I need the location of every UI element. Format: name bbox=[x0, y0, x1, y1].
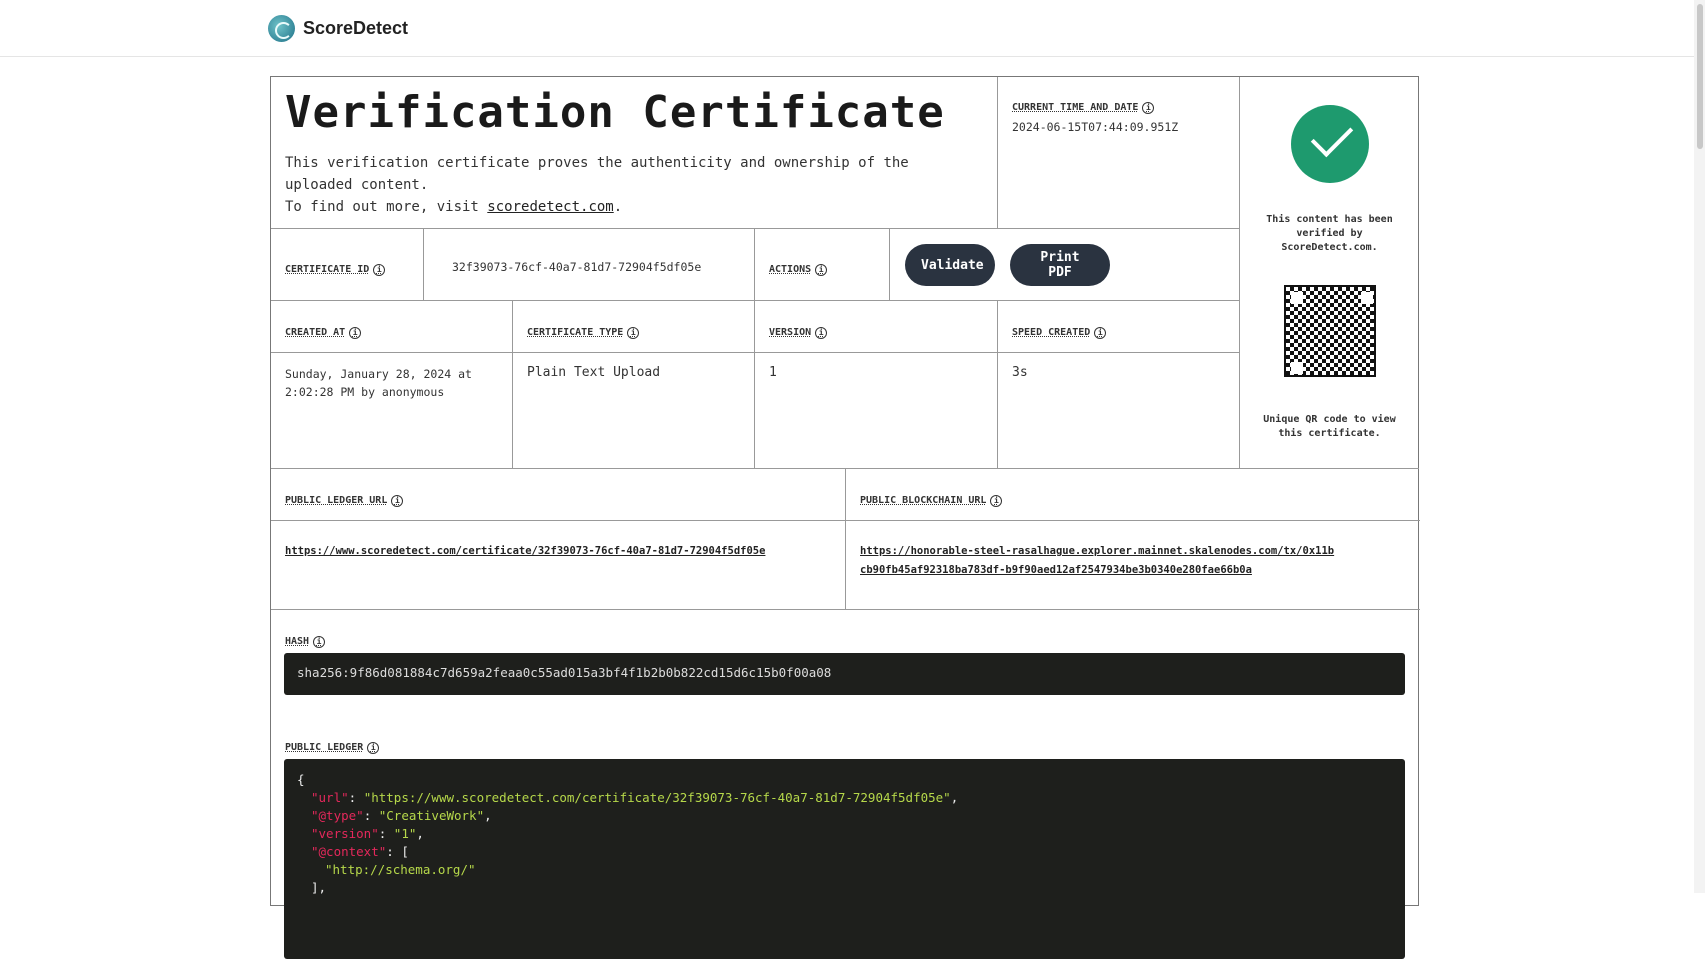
created-at-cell: Sunday, January 28, 2024 at 2:02:28 PM b… bbox=[271, 353, 513, 469]
json-line: "version": "1", bbox=[311, 826, 424, 841]
hash-label: HASH i bbox=[285, 635, 326, 648]
certificate-type-value: Plain Text Upload bbox=[527, 365, 661, 380]
public-ledger-url-link[interactable]: https://www.scoredetect.com/certificate/… bbox=[285, 545, 765, 557]
version-value: 1 bbox=[769, 365, 777, 380]
qr-code[interactable] bbox=[1283, 285, 1376, 377]
description-prefix: To find out more, visit bbox=[285, 199, 488, 215]
scrollbar-thumb[interactable] bbox=[1697, 4, 1703, 149]
speed-label-cell: SPEED CREATED i bbox=[998, 301, 1240, 353]
blockchain-url-label-cell: PUBLIC BLOCKCHAIN URL i bbox=[846, 469, 1420, 521]
description-suffix: . bbox=[613, 199, 623, 215]
current-time-value: 2024-06-15T07:44:09.951Z bbox=[1012, 120, 1179, 134]
public-ledger-label-wrap: PUBLIC LEDGER i bbox=[285, 735, 380, 754]
certificate-id-label-cell: CERTIFICATE ID i bbox=[271, 229, 424, 301]
version-label: VERSION i bbox=[769, 326, 828, 339]
speed-cell: 3s bbox=[998, 353, 1240, 469]
json-line: "url": "https://www.scoredetect.com/cert… bbox=[311, 790, 959, 805]
public-blockchain-url-label: PUBLIC BLOCKCHAIN URL i bbox=[860, 494, 1003, 507]
description-text: This verification certificate proves the… bbox=[285, 155, 909, 193]
certificate-type-label: CERTIFICATE TYPE i bbox=[527, 326, 640, 339]
hash-label-wrap: HASH i bbox=[285, 629, 326, 648]
json-line: "http://schema.org/" bbox=[325, 862, 476, 877]
info-icon[interactable]: i bbox=[373, 263, 386, 276]
type-label-cell: CERTIFICATE TYPE i bbox=[513, 301, 755, 353]
created-at-label-cell: CREATED AT i bbox=[271, 301, 513, 353]
top-bar: ScoreDetect bbox=[0, 0, 1705, 57]
info-icon[interactable]: i bbox=[990, 494, 1003, 507]
verified-check-icon bbox=[1290, 105, 1369, 183]
info-icon[interactable]: i bbox=[815, 326, 828, 339]
ledger-url-label-cell: PUBLIC LEDGER URL i bbox=[271, 469, 846, 521]
qr-text: Unique QR code to view this certificate. bbox=[1263, 414, 1396, 439]
verification-side: This content has been verified by ScoreD… bbox=[1240, 77, 1419, 469]
public-blockchain-url-link[interactable]: https://honorable-steel-rasalhague.explo… bbox=[860, 545, 1334, 576]
json-line: "@context": [ bbox=[311, 844, 409, 859]
ledger-url-cell: https://www.scoredetect.com/certificate/… bbox=[271, 521, 846, 610]
hash-value: sha256:9f86d081884c7d659a2feaa0c55ad015a… bbox=[297, 665, 832, 680]
logo[interactable]: ScoreDetect bbox=[268, 15, 408, 42]
actions-label-cell: ACTIONS i bbox=[755, 229, 890, 301]
certificate-id-label: CERTIFICATE ID i bbox=[285, 263, 386, 276]
public-ledger-json: { "url": "https://www.scoredetect.com/ce… bbox=[284, 759, 1405, 959]
info-icon[interactable]: i bbox=[627, 326, 640, 339]
created-at-label: CREATED AT i bbox=[285, 326, 362, 339]
scoredetect-link[interactable]: scoredetect.com bbox=[487, 199, 613, 215]
json-line: ], bbox=[311, 880, 327, 895]
current-time-label: CURRENT TIME AND DATE i bbox=[1012, 101, 1155, 114]
certificate-id-value: 32f39073-76cf-40a7-81d7-72904f5df05e bbox=[452, 260, 702, 274]
info-icon[interactable]: i bbox=[1142, 101, 1155, 114]
public-ledger-url-label: PUBLIC LEDGER URL i bbox=[285, 494, 404, 507]
logo-text: ScoreDetect bbox=[303, 18, 409, 38]
verified-text: This content has been verified by ScoreD… bbox=[1266, 214, 1393, 253]
info-icon[interactable]: i bbox=[313, 635, 326, 648]
version-label-cell: VERSION i bbox=[755, 301, 998, 353]
speed-created-value: 3s bbox=[1012, 365, 1028, 380]
json-line: "@type": "CreativeWork", bbox=[311, 808, 492, 823]
print-pdf-button[interactable]: Print PDF bbox=[1010, 244, 1110, 286]
actions-cell: Validate Print PDF bbox=[890, 229, 1240, 301]
version-cell: 1 bbox=[755, 353, 998, 469]
certificate-id-cell: 32f39073-76cf-40a7-81d7-72904f5df05e bbox=[424, 229, 755, 301]
current-time-cell: CURRENT TIME AND DATE i 2024-06-15T07:44:… bbox=[998, 77, 1240, 229]
info-icon[interactable]: i bbox=[349, 326, 362, 339]
created-at-value: Sunday, January 28, 2024 at 2:02:28 PM b… bbox=[285, 367, 472, 399]
title-cell: Verification Certificate This verificati… bbox=[271, 77, 998, 229]
page-scrollbar[interactable] bbox=[1694, 0, 1705, 893]
hash-box: sha256:9f86d081884c7d659a2feaa0c55ad015a… bbox=[284, 653, 1405, 695]
info-icon[interactable]: i bbox=[815, 263, 828, 276]
blockchain-url-cell: https://honorable-steel-rasalhague.explo… bbox=[846, 521, 1420, 610]
page-title: Verification Certificate bbox=[285, 87, 945, 138]
certificate-description: This verification certificate proves the… bbox=[285, 152, 983, 218]
actions-label: ACTIONS i bbox=[769, 263, 828, 276]
verification-certificate: Verification Certificate This verificati… bbox=[270, 76, 1420, 959]
validate-button[interactable]: Validate bbox=[905, 244, 995, 286]
public-ledger-label: PUBLIC LEDGER i bbox=[285, 741, 380, 754]
info-icon[interactable]: i bbox=[391, 494, 404, 507]
json-line: { bbox=[297, 772, 305, 787]
logo-icon bbox=[268, 15, 295, 42]
info-icon[interactable]: i bbox=[1094, 326, 1107, 339]
type-cell: Plain Text Upload bbox=[513, 353, 755, 469]
speed-created-label: SPEED CREATED i bbox=[1012, 326, 1107, 339]
info-icon[interactable]: i bbox=[367, 741, 380, 754]
